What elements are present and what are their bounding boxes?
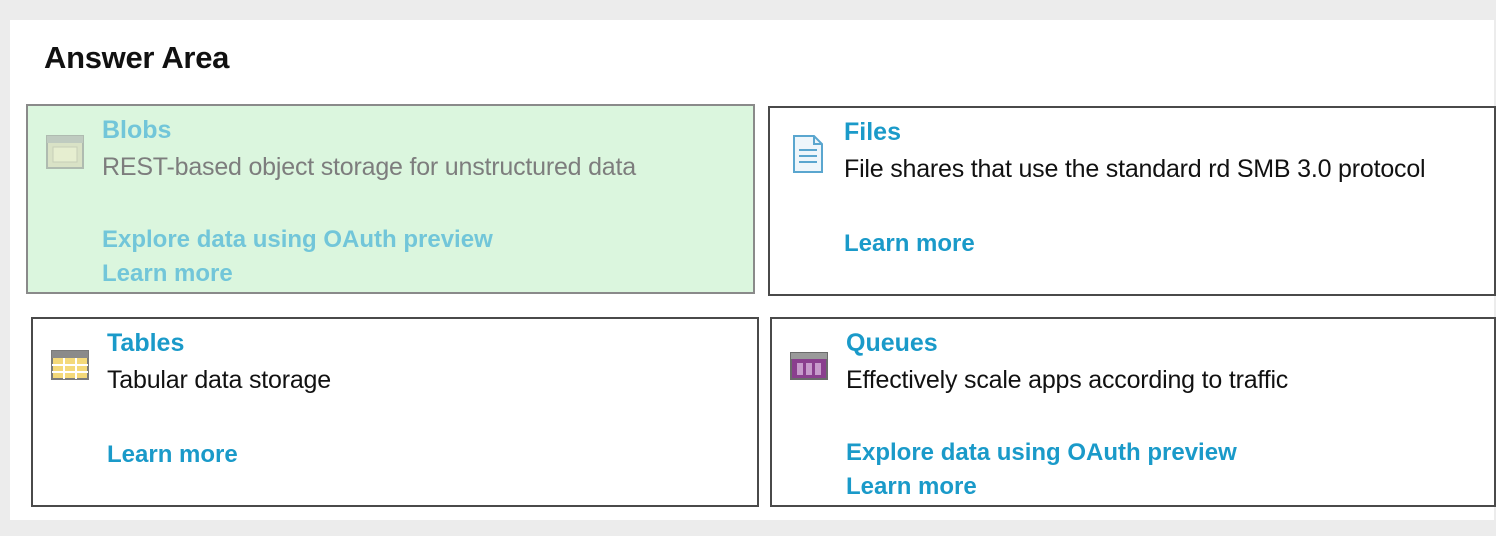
learn-more-link[interactable]: Learn more <box>102 260 233 288</box>
table-storage-icon <box>50 345 90 385</box>
learn-more-link[interactable]: Learn more <box>844 230 975 258</box>
card-description: File shares that use the standard rd SMB… <box>844 155 1426 183</box>
file-share-icon <box>787 134 827 174</box>
tables-card[interactable]: Tables Tabular data storage Learn more <box>31 317 759 507</box>
explore-data-link[interactable]: Explore data using OAuth preview <box>846 439 1237 467</box>
card-description: REST-based object storage for unstructur… <box>102 153 636 181</box>
explore-data-link[interactable]: Explore data using OAuth preview <box>102 226 493 254</box>
learn-more-link[interactable]: Learn more <box>107 441 238 469</box>
learn-more-link[interactable]: Learn more <box>846 473 977 501</box>
card-title: Queues <box>846 329 938 357</box>
blob-storage-icon <box>45 132 85 172</box>
blobs-card[interactable]: Blobs REST-based object storage for unst… <box>26 104 755 294</box>
queues-card[interactable]: Queues Effectively scale apps according … <box>770 317 1496 507</box>
answer-area: Answer Area Blobs REST-based object stor… <box>10 20 1496 520</box>
page-title: Answer Area <box>44 40 230 75</box>
queue-storage-icon <box>789 345 829 385</box>
card-title: Files <box>844 118 901 146</box>
card-title: Blobs <box>102 116 172 144</box>
card-description: Effectively scale apps according to traf… <box>846 366 1289 394</box>
card-description: Tabular data storage <box>107 366 331 394</box>
card-title: Tables <box>107 329 185 357</box>
files-card[interactable]: Files File shares that use the standard … <box>768 106 1496 296</box>
